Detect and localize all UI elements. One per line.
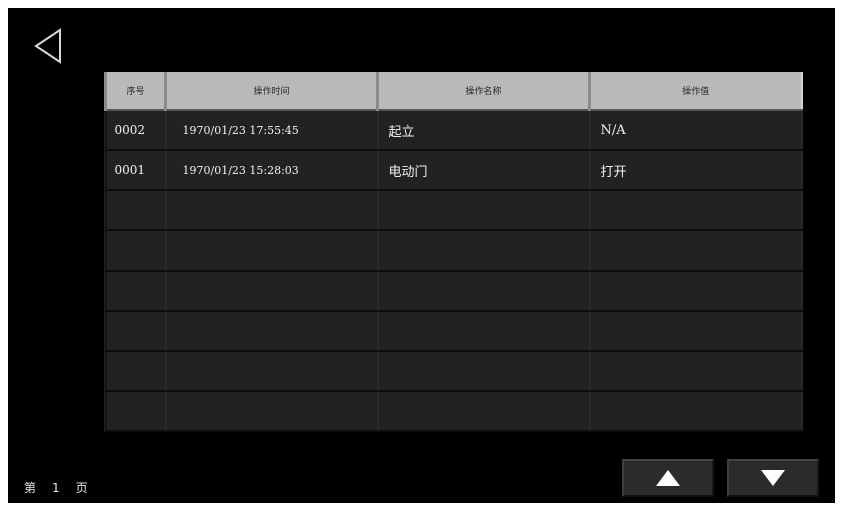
cell-name bbox=[376, 230, 591, 272]
page-suffix: 页 bbox=[75, 481, 88, 495]
cell-value bbox=[588, 350, 803, 392]
cell-index: 0001 bbox=[104, 150, 167, 192]
cell-name bbox=[376, 270, 591, 312]
screen: 序号 操作时间 操作名称 操作值 0002 1970/01/23 17:55:4… bbox=[8, 8, 835, 503]
up-triangle-icon bbox=[656, 470, 680, 486]
cell-time bbox=[164, 310, 379, 352]
back-button[interactable] bbox=[30, 26, 70, 66]
cell-value bbox=[588, 390, 803, 433]
cell-time: 1970/01/23 15:28:03 bbox=[164, 150, 379, 192]
table-row bbox=[104, 350, 803, 392]
cell-index bbox=[104, 310, 167, 352]
cell-name: 起立 bbox=[376, 110, 591, 152]
cell-time bbox=[164, 190, 379, 232]
cell-value bbox=[588, 310, 803, 352]
table-row bbox=[104, 310, 803, 352]
page-prefix: 第 bbox=[24, 481, 37, 495]
cell-value bbox=[588, 190, 803, 232]
cell-name: 电动门 bbox=[376, 150, 591, 192]
table-row bbox=[104, 390, 803, 433]
page-number: 1 bbox=[52, 480, 60, 495]
cell-name bbox=[376, 350, 591, 392]
cell-value bbox=[588, 230, 803, 272]
table-header-row: 序号 操作时间 操作名称 操作值 bbox=[104, 72, 803, 111]
cell-time: 1970/01/23 17:55:45 bbox=[164, 110, 379, 152]
back-triangle-icon bbox=[34, 28, 61, 64]
header-name: 操作名称 bbox=[376, 72, 591, 111]
cell-time bbox=[164, 390, 379, 433]
table-row bbox=[104, 190, 803, 232]
cell-index bbox=[104, 270, 167, 312]
page-indicator: 第 1 页 bbox=[24, 479, 88, 496]
cell-time bbox=[164, 270, 379, 312]
cell-index: 0002 bbox=[104, 110, 167, 152]
cell-value: N/A bbox=[588, 110, 803, 152]
cell-index bbox=[104, 390, 167, 433]
cell-value bbox=[588, 270, 803, 312]
cell-index bbox=[104, 230, 167, 272]
table-row: 0002 1970/01/23 17:55:45 起立 N/A bbox=[104, 110, 803, 152]
table-row bbox=[104, 230, 803, 272]
cell-time bbox=[164, 230, 379, 272]
page-up-button[interactable] bbox=[622, 459, 714, 497]
table-row: 0001 1970/01/23 15:28:03 电动门 打开 bbox=[104, 150, 803, 192]
down-triangle-icon bbox=[761, 470, 785, 486]
cell-name bbox=[376, 390, 591, 433]
cell-index bbox=[104, 350, 167, 392]
header-time: 操作时间 bbox=[164, 72, 379, 111]
header-index: 序号 bbox=[104, 72, 167, 111]
cell-index bbox=[104, 190, 167, 232]
cell-value: 打开 bbox=[588, 150, 803, 192]
operation-log-table: 序号 操作时间 操作名称 操作值 0002 1970/01/23 17:55:4… bbox=[104, 72, 803, 433]
cell-time bbox=[164, 350, 379, 392]
table-row bbox=[104, 270, 803, 312]
header-value: 操作值 bbox=[588, 72, 803, 111]
cell-name bbox=[376, 310, 591, 352]
page-down-button[interactable] bbox=[727, 459, 819, 497]
cell-name bbox=[376, 190, 591, 232]
